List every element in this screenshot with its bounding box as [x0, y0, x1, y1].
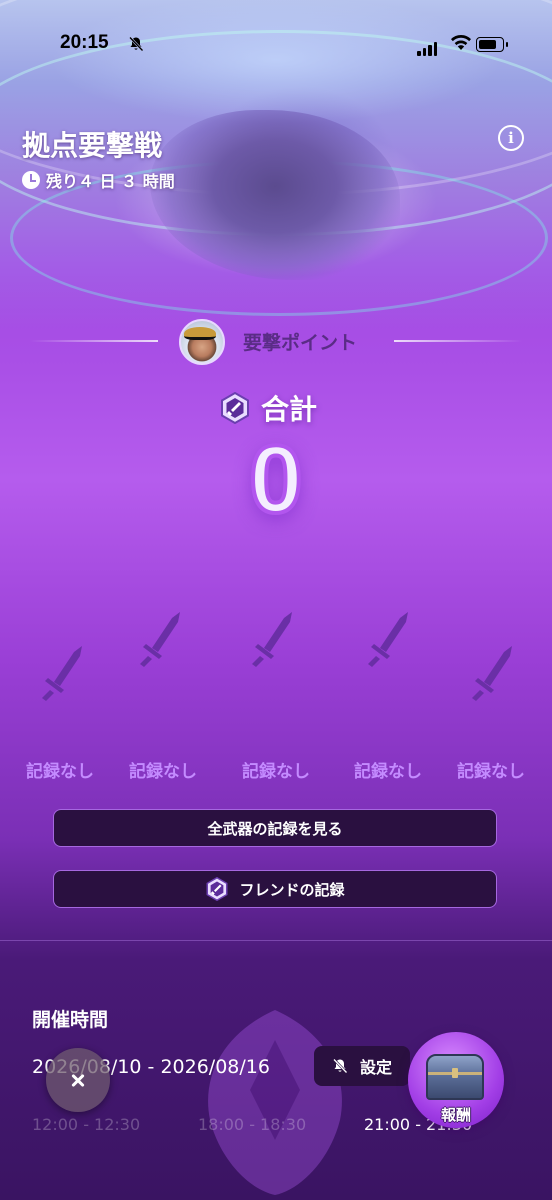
clock-icon [22, 171, 40, 189]
cellular-signal-icon [417, 37, 439, 56]
sword-icon [472, 646, 512, 701]
weapon-record-status: 記録なし [354, 762, 422, 782]
event-title: 拠点要撃戦 [22, 129, 163, 162]
wifi-icon [451, 34, 471, 50]
weapon-record-status: 記録なし [129, 762, 197, 782]
remaining-time: 残り４ 日 ３ 時間 [22, 168, 175, 192]
time-slot: 18:00 - 18:30 [198, 1115, 307, 1134]
time-slot: 12:00 - 12:30 [32, 1115, 141, 1134]
sword-icon [252, 612, 292, 667]
friend-records-button[interactable]: フレンドの記録 [53, 870, 497, 908]
total-header: 合計 [219, 388, 317, 428]
notification-settings-button[interactable]: 設定 [314, 1046, 410, 1086]
remaining-time-text: 残り４ 日 ３ 時間 [46, 172, 175, 191]
weapon-record-status: 記録なし [26, 762, 94, 782]
section-divider [0, 940, 552, 941]
info-button[interactable]: i [498, 125, 524, 151]
points-emblem-icon [221, 392, 249, 424]
points-emblem-icon [206, 877, 228, 901]
friend-records-label: フレンドの記録 [239, 880, 345, 899]
silent-mode-icon [129, 36, 144, 52]
notification-off-icon [333, 1058, 348, 1074]
weapon-record-status: 記録なし [242, 762, 310, 782]
view-all-weapons-button[interactable]: 全武器の記録を見る [53, 809, 497, 847]
player-avatar [179, 319, 225, 365]
reward-label: 報酬 [440, 1106, 471, 1124]
notification-settings-label: 設定 [359, 1058, 392, 1077]
status-time: 20:15 [60, 32, 109, 53]
view-all-weapons-label: 全武器の記録を見る [207, 819, 343, 838]
weapon-record-status: 記録なし [457, 762, 525, 782]
total-points-value: 0 [247, 424, 304, 535]
points-section-label: 要撃ポイント [243, 332, 358, 354]
reward-button[interactable]: 報酬 [408, 1032, 504, 1128]
event-emblem-watermark [208, 1010, 342, 1195]
battery-icon [476, 37, 508, 52]
sword-icon [368, 612, 408, 667]
status-bar: 20:15 [0, 28, 552, 64]
sword-icon [140, 612, 180, 667]
sword-icon [42, 646, 82, 701]
divider-right [394, 340, 522, 342]
schedule-title: 開催時間 [32, 1009, 109, 1031]
total-label: 合計 [261, 393, 318, 426]
close-button[interactable] [46, 1048, 110, 1112]
treasure-chest-icon [426, 1054, 484, 1100]
divider-left [30, 340, 158, 342]
